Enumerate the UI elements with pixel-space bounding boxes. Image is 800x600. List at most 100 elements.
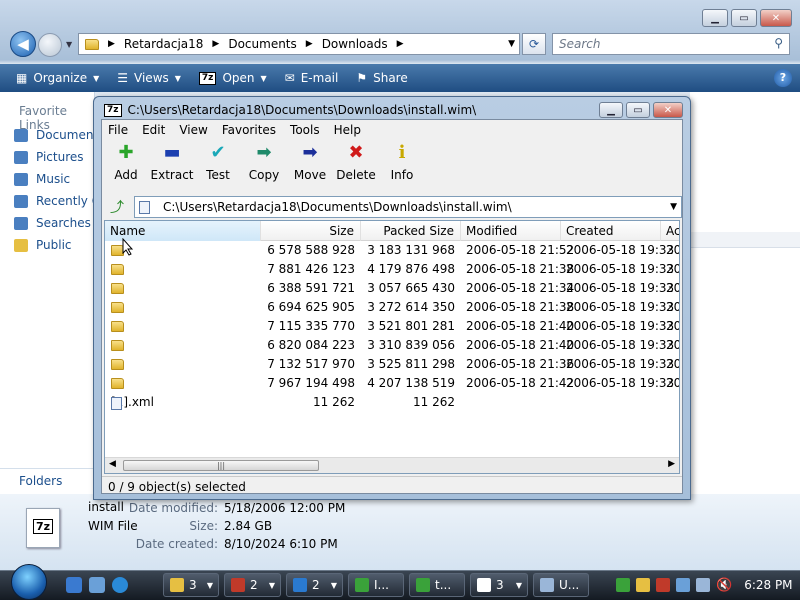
maximize-button[interactable]: ▭ (731, 9, 757, 27)
tool-label: Copy (248, 168, 280, 182)
move-button[interactable]: ➡ Move (290, 142, 330, 192)
table-row[interactable]: 5 6 694 625 905 3 272 614 350 2006-05-18 21… (105, 298, 679, 317)
taskbar-button[interactable]: 3 ▼ (163, 573, 219, 597)
clock[interactable]: 6:28 PM (744, 578, 792, 592)
network-icon[interactable] (696, 578, 710, 592)
antivirus-icon[interactable] (656, 578, 670, 592)
table-row[interactable]: 6 6 388 591 721 3 057 665 430 2006-05-18 21… (105, 279, 679, 298)
test-button[interactable]: ✔ Test (198, 142, 238, 192)
cell-modified-text: 2006-05-18 21:36 (466, 357, 575, 371)
info-button[interactable]: i Info (382, 142, 422, 192)
column-header-accessed[interactable]: Ac (661, 221, 679, 241)
column-header-size[interactable]: Size (261, 221, 361, 241)
taskbar-button[interactable]: 2 ▼ (224, 573, 281, 597)
refresh-button[interactable]: ⟳ (522, 33, 546, 55)
flag-icon[interactable] (616, 578, 630, 592)
nav-item-pictures[interactable]: Pictures (14, 150, 84, 164)
start-button[interactable] (6, 564, 52, 600)
taskbar-button[interactable]: 2 ▼ (286, 573, 343, 597)
breadcrumb-item[interactable]: Retardacja18 (124, 37, 204, 51)
volume-muted-icon[interactable]: 🔇 (716, 578, 732, 593)
column-header-modified[interactable]: Modified (461, 221, 561, 241)
nav-item-searches[interactable]: Searches (14, 216, 91, 230)
table-row[interactable]: 4 7 115 335 770 3 521 801 281 2006-05-18 21… (105, 317, 679, 336)
cell-modified: 2006-05-18 21:38 (466, 262, 574, 276)
minimize-button[interactable]: ▁ (599, 102, 623, 118)
delete-button[interactable]: ✖ Delete (336, 142, 376, 192)
menu-help[interactable]: Help (334, 123, 361, 137)
open-button[interactable]: 7z Open ▼ (198, 71, 267, 85)
cell-created: 2006-05-18 19:33 (566, 338, 674, 352)
copy-button[interactable]: ➡ Copy (244, 142, 284, 192)
help-icon[interactable]: ? (774, 69, 792, 87)
search-input[interactable]: Search ⚲ (552, 33, 790, 55)
maximize-button[interactable]: ▭ (626, 102, 650, 118)
cell-packed-size: 11 262 (361, 395, 455, 409)
cell-modified-text: 2006-05-18 21:40 (466, 338, 575, 352)
cell-accessed: 20 (666, 376, 679, 390)
taskbar-button[interactable]: t... (409, 573, 465, 597)
nav-item-music[interactable]: Music (14, 172, 70, 186)
column-header-created[interactable]: Created (561, 221, 661, 241)
table-row[interactable]: [1].xml 11 262 11 262 (105, 393, 679, 412)
shield-icon[interactable] (636, 578, 650, 592)
table-row[interactable]: 7 7 881 426 123 4 179 876 498 2006-05-18 21… (105, 260, 679, 279)
menu-edit[interactable]: Edit (142, 123, 165, 137)
switch-windows-icon[interactable] (89, 577, 105, 593)
chevron-down-icon[interactable]: ▼ (670, 202, 677, 212)
menu-tools[interactable]: Tools (290, 123, 320, 137)
cell-accessed: 20 (666, 281, 679, 295)
extract-button[interactable]: ▬ Extract (151, 142, 194, 192)
taskbar-button[interactable]: I... (348, 573, 404, 597)
nav-item-documents[interactable]: Documents (14, 128, 104, 142)
notepad-icon (540, 578, 554, 592)
scroll-left-icon[interactable]: ◀ (109, 459, 116, 469)
menu-file[interactable]: File (108, 123, 128, 137)
share-button[interactable]: ⚑ Share (356, 71, 407, 85)
organize-icon: ▦ (16, 71, 28, 85)
organize-button[interactable]: ▦ Organize ▼ (16, 71, 99, 85)
tray-app-icon[interactable] (676, 578, 690, 592)
address-dropdown-icon[interactable]: ▼ (508, 39, 515, 49)
scrollbar-thumb[interactable]: ||| (123, 460, 319, 471)
folder-icon (111, 283, 124, 294)
column-header-packed-size[interactable]: Packed Size (361, 221, 461, 241)
menu-favorites[interactable]: Favorites (222, 123, 276, 137)
scroll-right-icon[interactable]: ▶ (668, 459, 675, 469)
window-title: C:\Users\Retardacja18\Documents\Download… (127, 103, 477, 117)
folder-icon (111, 378, 124, 389)
tool-label: Test (206, 168, 230, 182)
views-button[interactable]: ☰ Views ▼ (117, 71, 181, 85)
address-bar[interactable]: ▶ Retardacja18 ▶ Documents ▶ Downloads ▶… (78, 33, 520, 55)
folders-toggle[interactable]: Folders (0, 468, 95, 494)
add-button[interactable]: ✚ Add (106, 142, 146, 192)
table-row[interactable]: 6 578 588 928 3 183 131 968 2006-05-18 21:… (105, 241, 679, 260)
table-row[interactable]: 2 7 132 517 970 3 525 811 298 2006-05-18 21… (105, 355, 679, 374)
forward-button[interactable] (38, 33, 62, 57)
file-list[interactable]: Name Size Packed Size Modified Created A… (104, 220, 680, 474)
up-folder-icon[interactable]: ⤴ (106, 197, 128, 217)
nav-item-public[interactable]: Public (14, 238, 72, 252)
breadcrumb-item[interactable]: Documents (228, 37, 296, 51)
path-combobox[interactable]: C:\Users\Retardacja18\Documents\Download… (134, 196, 682, 218)
taskbar-button[interactable]: U... (533, 573, 589, 597)
breadcrumb-item[interactable]: Downloads (322, 37, 388, 51)
taskbar-button[interactable]: 3 ▼ (470, 573, 528, 597)
table-row[interactable]: 3 6 820 084 223 3 310 839 056 2006-05-18 21… (105, 336, 679, 355)
folder-icon (111, 264, 124, 275)
email-button[interactable]: ✉ E-mail (285, 71, 339, 85)
recent-pages-dropdown[interactable]: ▼ (66, 40, 72, 49)
search-icon[interactable]: ⚲ (774, 36, 783, 50)
chevron-down-icon: ▼ (268, 580, 275, 590)
table-row[interactable]: 1 7 967 194 498 4 207 138 519 2006-05-18 21… (105, 374, 679, 393)
close-button[interactable]: ✕ (760, 9, 792, 27)
show-desktop-icon[interactable] (66, 577, 82, 593)
app-group-icon (231, 578, 245, 592)
menu-view[interactable]: View (179, 123, 207, 137)
horizontal-scrollbar[interactable]: ◀ ||| ▶ (105, 457, 679, 473)
internet-explorer-icon[interactable] (112, 577, 128, 593)
cell-packed-size-text: 4 179 876 498 (367, 262, 455, 276)
back-button[interactable]: ◀ (10, 31, 36, 57)
minimize-button[interactable]: ▁ (702, 9, 728, 27)
close-button[interactable]: ✕ (653, 102, 683, 118)
